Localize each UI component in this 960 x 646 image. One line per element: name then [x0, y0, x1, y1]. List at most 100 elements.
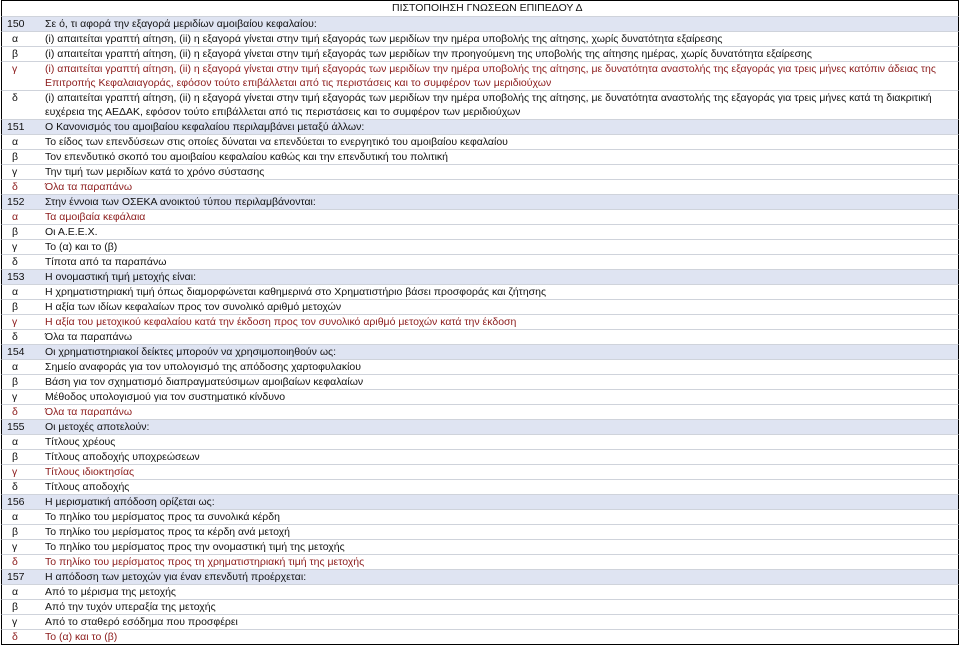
sheet-header: ΠΙΣΤΟΠΟΙΗΣΗ ΓΝΩΣΕΩΝ ΕΠΙΠΕΔΟΥ Δ [1, 0, 959, 16]
option-row: α Τίτλους χρέους [1, 434, 959, 449]
option-text: Βάση για τον σχηματισμό διαπραγματεύσιμω… [45, 376, 364, 388]
option-row: α Από το μέρισμα της μετοχής [1, 584, 959, 599]
option-letter: γ [12, 466, 18, 478]
option-text: Τον επενδυτικό σκοπό του αμοιβαίου κεφαλ… [45, 151, 449, 163]
question-row: 152 Στην έννοια των ΟΣΕΚΑ ανοικτού τύπου … [1, 194, 959, 209]
question-text: Στην έννοια των ΟΣΕΚΑ ανοικτού τύπου περ… [45, 196, 316, 208]
question-row: 156 Η μερισματική απόδοση ορίζεται ως: [1, 494, 959, 509]
option-row: β Βάση για τον σχηματισμό διαπραγματεύσιμ… [1, 374, 959, 389]
option-row: γ (i) απαιτείται γραπτή αίτηση, (ii) η εξ… [1, 61, 959, 90]
option-letter: δ [12, 331, 18, 343]
option-letter: α [12, 361, 19, 373]
option-row: δ (i) απαιτείται γραπτή αίτηση, (ii) η εξ… [1, 90, 959, 119]
option-letter: α [12, 436, 19, 448]
option-text: Τίτλους αποδοχής [45, 481, 130, 493]
question-row: 151 Ο Κανονισμός του αμοιβαίου κεφαλαίου … [1, 119, 959, 134]
option-text: Το είδος των επενδύσεων στις οποίες δύνα… [45, 136, 508, 148]
option-row: δ Τίποτα από τα παραπάνω [1, 254, 959, 269]
option-text: Το πηλίκο του μερίσματος προς τη χρηματι… [45, 556, 365, 568]
option-text: (i) απαιτείται γραπτή αίτηση, (ii) η εξα… [45, 63, 936, 89]
option-letter: γ [12, 616, 18, 628]
option-text: (i) απαιτείται γραπτή αίτηση, (ii) η εξα… [45, 33, 723, 45]
question-text: Η μερισματική απόδοση ορίζεται ως: [45, 496, 215, 508]
option-letter: α [12, 286, 19, 298]
option-row: γ Την τιμή των μεριδίων κατά το χρόνο σύσ… [1, 164, 959, 179]
option-letter: γ [12, 541, 18, 553]
option-letter: β [12, 48, 19, 60]
option-row: γ Τίτλους ιδιοκτησίας [1, 464, 959, 479]
option-row: δ Το (α) και το (β) [1, 629, 959, 645]
question-number: 152 [7, 196, 25, 208]
option-row: γ Μέθοδος υπολογισμού για τον συστηματικό… [1, 389, 959, 404]
option-text: Τίποτα από τα παραπάνω [45, 256, 167, 268]
option-row: β Τον επενδυτικό σκοπό του αμοιβαίου κεφα… [1, 149, 959, 164]
option-letter: β [12, 451, 19, 463]
option-text: Από το σταθερό εσόδημα που προσφέρει [45, 616, 238, 628]
option-row: δ Το πηλίκο του μερίσματος προς τη χρηματ… [1, 554, 959, 569]
option-text: Το πηλίκο του μερίσματος προς τα κέρδη α… [45, 526, 290, 538]
option-row: α Τα αμοιβαία κεφάλαια [1, 209, 959, 224]
option-row: β (i) απαιτείται γραπτή αίτηση, (ii) η εξ… [1, 46, 959, 61]
option-text: Την τιμή των μεριδίων κατά το χρόνο σύστ… [45, 166, 265, 178]
option-letter: β [12, 376, 19, 388]
option-row: δ Τίτλους αποδοχής [1, 479, 959, 494]
option-letter: δ [12, 481, 18, 493]
option-row: α (i) απαιτείται γραπτή αίτηση, (ii) η εξ… [1, 31, 959, 46]
option-text: Σημείο αναφοράς για τον υπολογισμό της α… [45, 361, 362, 373]
option-text: Τα αμοιβαία κεφάλαια [45, 211, 146, 223]
option-row: α Το είδος των επενδύσεων στις οποίες δύν… [1, 134, 959, 149]
question-row: 155 Οι μετοχές αποτελούν: [1, 419, 959, 434]
option-row: α Σημείο αναφοράς για τον υπολογισμό της … [1, 359, 959, 374]
option-letter: γ [12, 63, 18, 75]
option-letter: β [12, 301, 19, 313]
question-number: 157 [7, 571, 25, 583]
option-text: Τίτλους ιδιοκτησίας [45, 466, 135, 478]
option-letter: β [12, 526, 19, 538]
option-letter: β [12, 226, 19, 238]
option-text: Η αξία του μετοχικού κεφαλαίου κατά την … [45, 316, 517, 328]
question-row: 154 Οι χρηματιστηριακοί δείκτες μπορούν ν… [1, 344, 959, 359]
question-number: 151 [7, 121, 25, 133]
option-letter: δ [12, 181, 18, 193]
option-row: β Τίτλους αποδοχής υποχρεώσεων [1, 449, 959, 464]
option-letter: δ [12, 631, 18, 643]
sheet-title: ΠΙΣΤΟΠΟΙΗΣΗ ΓΝΩΣΕΩΝ ΕΠΙΠΕΔΟΥ Δ [392, 2, 583, 14]
question-number: 153 [7, 271, 25, 283]
option-row: δ Όλα τα παραπάνω [1, 404, 959, 419]
option-text: Όλα τα παραπάνω [45, 406, 133, 418]
option-text: Όλα τα παραπάνω [45, 331, 133, 343]
option-row: α Η χρηματιστηριακή τιμή όπως διαμορφώνετ… [1, 284, 959, 299]
option-letter: α [12, 33, 19, 45]
option-letter: γ [12, 241, 18, 253]
option-text: Η χρηματιστηριακή τιμή όπως διαμορφώνετα… [45, 286, 547, 298]
option-text: Από το μέρισμα της μετοχής [45, 586, 176, 598]
question-text: Σε ό, τι αφορά την εξαγορά μεριδίων αμοι… [45, 18, 317, 30]
option-letter: α [12, 211, 19, 223]
question-number: 150 [7, 18, 25, 30]
option-row: γ Από το σταθερό εσόδημα που προσφέρει [1, 614, 959, 629]
question-number: 156 [7, 496, 25, 508]
question-row: 153 Η ονομαστική τιμή μετοχής είναι: [1, 269, 959, 284]
option-letter: β [12, 151, 19, 163]
option-text: Από την τυχόν υπεραξία της μετοχής [45, 601, 216, 613]
option-letter: δ [12, 406, 18, 418]
option-row: β Οι Α.Ε.Ε.Χ. [1, 224, 959, 239]
option-row: δ Όλα τα παραπάνω [1, 329, 959, 344]
option-letter: δ [12, 256, 18, 268]
question-list: 150 Σε ό, τι αφορά την εξαγορά μεριδίων α… [1, 16, 959, 645]
option-row: β Το πηλίκο του μερίσματος προς τα κέρδη … [1, 524, 959, 539]
option-letter: γ [12, 391, 18, 403]
option-text: Μέθοδος υπολογισμού για τον συστηματικό … [45, 391, 286, 403]
option-text: (i) απαιτείται γραπτή αίτηση, (ii) η εξα… [45, 48, 812, 60]
option-text: Τίτλους αποδοχής υποχρεώσεων [45, 451, 200, 463]
question-sheet: ΠΙΣΤΟΠΟΙΗΣΗ ΓΝΩΣΕΩΝ ΕΠΙΠΕΔΟΥ Δ 150 Σε ό, … [1, 0, 959, 645]
option-text: Οι Α.Ε.Ε.Χ. [45, 226, 98, 238]
option-text: Το πηλίκο του μερίσματος προς την ονομασ… [45, 541, 345, 553]
option-row: γ Η αξία του μετοχικού κεφαλαίου κατά την… [1, 314, 959, 329]
option-row: β Η αξία των ιδίων κεφαλαίων προς τον συν… [1, 299, 959, 314]
question-row: 157 Η απόδοση των μετοχών για έναν επενδυ… [1, 569, 959, 584]
question-text: Ο Κανονισμός του αμοιβαίου κεφαλαίου περ… [45, 121, 365, 133]
question-text: Οι μετοχές αποτελούν: [45, 421, 150, 433]
option-letter: γ [12, 166, 18, 178]
question-number: 155 [7, 421, 25, 433]
